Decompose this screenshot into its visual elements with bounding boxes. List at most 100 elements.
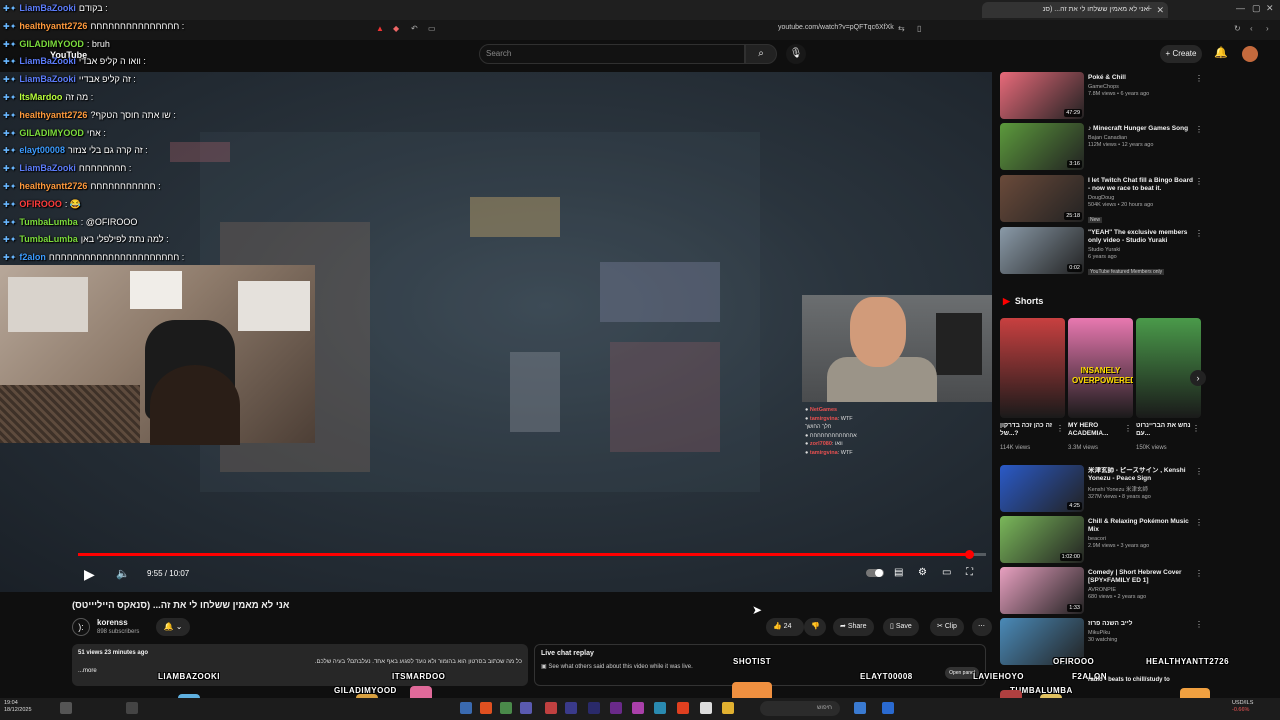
window-close-icon[interactable]: ✕ bbox=[1266, 3, 1274, 14]
tune-icon[interactable]: ⇆ bbox=[898, 24, 905, 33]
browser-icon[interactable] bbox=[677, 702, 689, 714]
clip-button[interactable]: ✂ Clip bbox=[930, 618, 964, 636]
channel-avatar[interactable]: ): bbox=[72, 618, 90, 636]
video-thumbnail[interactable]: 1:02:00 bbox=[1000, 516, 1084, 563]
app-icon[interactable] bbox=[460, 702, 472, 714]
reload-icon[interactable]: ↻ bbox=[1234, 24, 1241, 33]
share-button[interactable]: ➦ Share bbox=[833, 618, 874, 636]
app-icon[interactable] bbox=[480, 702, 492, 714]
more-vert-icon[interactable]: ⋮ bbox=[1056, 424, 1064, 433]
more-vert-icon[interactable]: ⋮ bbox=[1195, 177, 1203, 186]
more-vert-icon[interactable]: ⋮ bbox=[1195, 569, 1203, 578]
dislike-button[interactable]: 👎 bbox=[804, 618, 826, 636]
more-vert-icon[interactable]: ⋮ bbox=[1195, 620, 1203, 629]
app-icon[interactable] bbox=[854, 702, 866, 714]
taskbar-search[interactable]: חיפוש bbox=[760, 701, 840, 716]
progress-bar[interactable] bbox=[78, 550, 986, 559]
channel-name[interactable]: korenss bbox=[97, 618, 128, 627]
volume-icon[interactable]: 🔈 bbox=[116, 567, 130, 580]
app-icon[interactable] bbox=[632, 702, 644, 714]
more-actions-button[interactable]: ⋯ bbox=[972, 618, 992, 636]
recommended-video[interactable]: 4:25 米津玄師 - ピースサイン , Kenshi Yonezu - Peac… bbox=[1000, 465, 1205, 513]
back-nav-icon[interactable]: ‹ bbox=[1250, 24, 1253, 33]
play-icon[interactable]: ▶ bbox=[84, 566, 95, 583]
bookmark-icon[interactable]: ▯ bbox=[917, 24, 921, 33]
app-icon[interactable] bbox=[588, 702, 600, 714]
app-icon[interactable] bbox=[610, 702, 622, 714]
fullscreen-icon[interactable]: ⛶ bbox=[966, 567, 973, 578]
short-thumbnail[interactable] bbox=[1000, 318, 1065, 418]
short-title[interactable]: נחש את הבריינרוט עם... bbox=[1136, 422, 1191, 438]
short-title[interactable]: MY HERO ACADEMIA... bbox=[1068, 422, 1123, 438]
more-vert-icon[interactable]: ⋮ bbox=[1195, 74, 1203, 83]
channel-name[interactable]: AVRONPIE bbox=[1088, 587, 1193, 593]
minimize-icon[interactable]: — bbox=[1236, 3, 1245, 13]
windows-start-icon[interactable] bbox=[882, 702, 894, 714]
recommended-video[interactable]: 1:33 Comedy | Short Hebrew Cover [SPY×FAM… bbox=[1000, 567, 1205, 615]
more-link[interactable]: ...more bbox=[78, 667, 522, 676]
channel-name[interactable]: Kenshi Yonezu 米津玄師 bbox=[1088, 485, 1193, 493]
shield-icon[interactable]: ◆ bbox=[393, 24, 399, 33]
back-icon[interactable]: ↶ bbox=[411, 24, 418, 33]
search-icon[interactable]: ⌕ bbox=[745, 44, 777, 64]
video-title[interactable]: Poké & Chill bbox=[1088, 74, 1193, 82]
extension-icon[interactable]: ▲ bbox=[376, 24, 384, 33]
app-icon[interactable] bbox=[545, 702, 557, 714]
more-vert-icon[interactable]: ⋮ bbox=[1195, 467, 1203, 476]
channel-name[interactable]: GameChops bbox=[1088, 84, 1193, 90]
channel-name[interactable]: MikuPiku bbox=[1088, 630, 1193, 636]
channel-name[interactable]: DougDoug bbox=[1088, 195, 1193, 201]
notifications-bell-icon[interactable]: 🔔 bbox=[1214, 46, 1228, 59]
video-thumbnail[interactable]: 3:16 bbox=[1000, 123, 1084, 170]
channel-name[interactable]: Bajan Canadian bbox=[1088, 135, 1193, 141]
like-button[interactable]: 👍 24 bbox=[766, 618, 804, 636]
theater-icon[interactable]: ▭ bbox=[942, 567, 951, 578]
video-thumbnail[interactable]: 4:25 bbox=[1000, 465, 1084, 512]
recommended-video[interactable]: 0:02 "YEAH" The exclusive members only vi… bbox=[1000, 227, 1205, 275]
video-title[interactable]: "YEAH" The exclusive members only video … bbox=[1088, 229, 1193, 245]
short-thumbnail[interactable] bbox=[1136, 318, 1201, 418]
chevron-up-icon[interactable] bbox=[126, 702, 138, 714]
create-button[interactable]: + Create bbox=[1160, 45, 1202, 63]
app-icon[interactable] bbox=[500, 702, 512, 714]
volume-tray-icon[interactable] bbox=[60, 702, 72, 714]
more-vert-icon[interactable]: ⋮ bbox=[1195, 229, 1203, 238]
cast-icon[interactable]: ▭ bbox=[428, 24, 436, 33]
recommended-video[interactable]: 47:29 Poké & Chill GameChops 7.8M views • 6… bbox=[1000, 72, 1205, 120]
description-box[interactable]: 51 views 23 minutes ago כל מה שכתוב בסרט… bbox=[72, 644, 528, 686]
channel-name[interactable]: beacori bbox=[1088, 536, 1193, 542]
mic-icon[interactable]: 🎙 bbox=[786, 44, 806, 64]
video-title[interactable]: ♪ Minecraft Hunger Games Song bbox=[1088, 125, 1193, 133]
forward-nav-icon[interactable]: › bbox=[1266, 24, 1269, 33]
video-title[interactable]: I let Twitch Chat fill a Bingo Board - n… bbox=[1088, 177, 1193, 193]
video-thumbnail[interactable]: 0:02 bbox=[1000, 227, 1084, 274]
recommended-video[interactable]: 3:16 ♪ Minecraft Hunger Games Song Bajan C… bbox=[1000, 123, 1205, 171]
settings-gear-icon[interactable]: ⚙ bbox=[918, 567, 927, 578]
subscribe-bell-button[interactable]: 🔔 ⌄ bbox=[156, 618, 190, 636]
recommended-video[interactable]: 25:18 I let Twitch Chat fill a Bingo Boar… bbox=[1000, 175, 1205, 223]
more-vert-icon[interactable]: ⋮ bbox=[1195, 125, 1203, 134]
video-thumbnail[interactable]: 1:33 bbox=[1000, 567, 1084, 614]
recommended-video[interactable]: 1:02:00 Chill & Relaxing Pokémon Music Mi… bbox=[1000, 516, 1205, 564]
video-title[interactable]: Comedy | Short Hebrew Cover [SPY×FAMILY … bbox=[1088, 569, 1193, 585]
app-icon[interactable] bbox=[700, 702, 712, 714]
close-icon[interactable]: ✕ bbox=[1156, 2, 1164, 18]
browser-tab[interactable]: אני לא מאמין ששלחו לי את זה... (סנ ✕ bbox=[982, 2, 1168, 18]
app-icon[interactable] bbox=[520, 702, 532, 714]
video-title[interactable]: לייב השנה פרוז bbox=[1088, 620, 1193, 628]
stock-widget[interactable]: USD/ILS -0.66% bbox=[1232, 700, 1253, 714]
save-button[interactable]: ▯ Save bbox=[883, 618, 919, 636]
short-thumbnail[interactable]: INSANELY OVERPOWERED bbox=[1068, 318, 1133, 418]
app-icon[interactable] bbox=[654, 702, 666, 714]
more-vert-icon[interactable]: ⋮ bbox=[1124, 424, 1132, 433]
progress-scrubber[interactable] bbox=[964, 550, 974, 559]
more-vert-icon[interactable]: ⋮ bbox=[1192, 424, 1200, 433]
captions-icon[interactable]: ▤ bbox=[894, 567, 903, 578]
chevron-right-icon[interactable]: › bbox=[1190, 370, 1206, 386]
app-icon[interactable] bbox=[565, 702, 577, 714]
partial-video-title[interactable]: radio • beats to chill/study to bbox=[1088, 676, 1178, 684]
video-thumbnail[interactable]: 47:29 bbox=[1000, 72, 1084, 119]
video-title[interactable]: Chill & Relaxing Pokémon Music Mix bbox=[1088, 518, 1193, 534]
video-thumbnail[interactable]: 25:18 bbox=[1000, 175, 1084, 222]
url-field[interactable]: youtube.com/watch?v=pQFTqc6XfXk bbox=[778, 24, 894, 31]
